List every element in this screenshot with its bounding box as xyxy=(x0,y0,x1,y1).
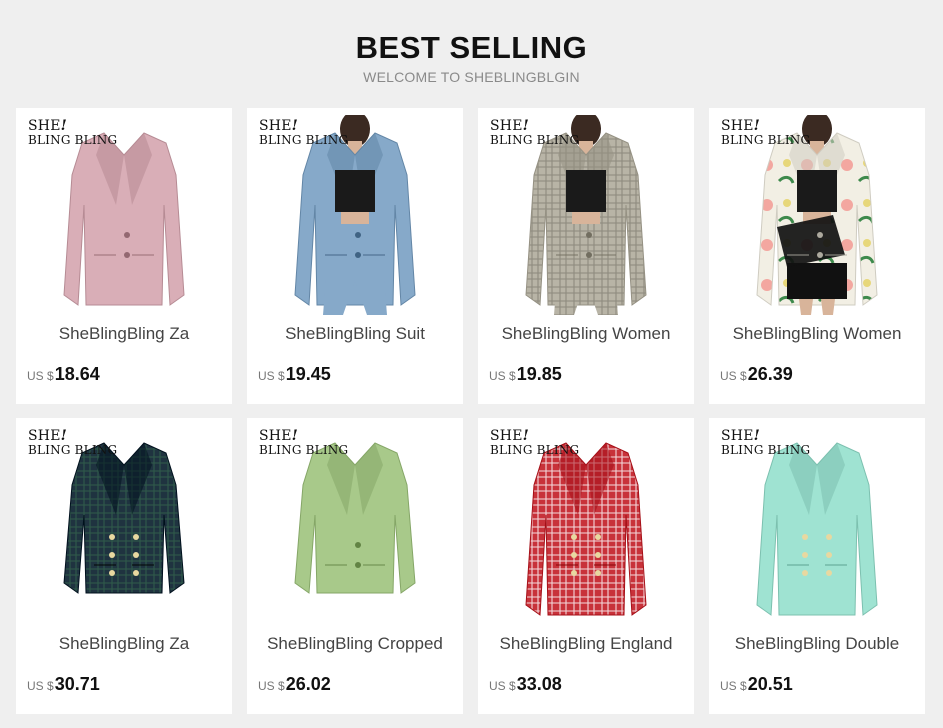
product-card[interactable]: SHE! BLING BLING SheBlingBling Suit US $… xyxy=(247,108,463,404)
product-name[interactable]: SheBlingBling Women xyxy=(709,324,925,344)
price-amount: 18.64 xyxy=(54,364,100,384)
brand-logo: SHE! BLING BLING xyxy=(259,118,349,147)
product-grid: SHE! BLING BLING SheBlingBling Za US $18… xyxy=(16,108,925,714)
product-name[interactable]: SheBlingBling Women xyxy=(478,324,694,344)
product-image-area[interactable]: SHE! BLING BLING xyxy=(24,115,224,315)
product-name[interactable]: SheBlingBling Za xyxy=(16,324,232,344)
product-price: US $19.85 xyxy=(489,364,562,385)
brand-logo: SHE! BLING BLING xyxy=(28,118,118,147)
product-price: US $30.71 xyxy=(27,674,100,695)
product-price: US $26.02 xyxy=(258,674,331,695)
product-image-area[interactable]: SHE! BLING BLING xyxy=(255,425,455,625)
product-price: US $18.64 xyxy=(27,364,100,385)
product-price: US $33.08 xyxy=(489,674,562,695)
product-image-area[interactable]: SHE! BLING BLING xyxy=(717,425,917,625)
page-subtitle: WELCOME TO SHEBLINGBLGIN xyxy=(363,69,580,85)
product-image-area[interactable]: SHE! BLING BLING xyxy=(255,115,455,315)
brand-logo: SHE! BLING BLING xyxy=(721,118,811,147)
price-amount: 19.45 xyxy=(285,364,331,384)
product-image-area[interactable]: SHE! BLING BLING xyxy=(486,115,686,315)
product-name[interactable]: SheBlingBling Suit xyxy=(247,324,463,344)
price-amount: 30.71 xyxy=(54,674,100,694)
product-name[interactable]: SheBlingBling England xyxy=(478,634,694,654)
price-currency: US $ xyxy=(489,679,516,693)
price-currency: US $ xyxy=(27,369,54,383)
price-currency: US $ xyxy=(27,679,54,693)
page-title: BEST SELLING xyxy=(355,30,588,65)
brand-logo: SHE! BLING BLING xyxy=(490,428,580,457)
brand-logo: SHE! BLING BLING xyxy=(490,118,580,147)
brand-logo: SHE! BLING BLING xyxy=(28,428,118,457)
product-card[interactable]: SHE! BLING BLING SheBlingBling Cropped U… xyxy=(247,418,463,714)
product-image-area[interactable]: SHE! BLING BLING xyxy=(717,115,917,315)
product-card[interactable]: SHE! BLING BLING SheBlingBling Za US $18… xyxy=(16,108,232,404)
price-currency: US $ xyxy=(720,679,747,693)
product-card[interactable]: SHE! BLING BLING SheBlingBling Women US … xyxy=(709,108,925,404)
product-card[interactable]: SHE! BLING BLING SheBlingBling Za US $30… xyxy=(16,418,232,714)
product-image-area[interactable]: SHE! BLING BLING xyxy=(486,425,686,625)
product-price: US $26.39 xyxy=(720,364,793,385)
price-amount: 26.39 xyxy=(747,364,793,384)
price-currency: US $ xyxy=(258,369,285,383)
product-image-area[interactable]: SHE! BLING BLING xyxy=(24,425,224,625)
price-amount: 26.02 xyxy=(285,674,331,694)
brand-logo: SHE! BLING BLING xyxy=(721,428,811,457)
product-card[interactable]: SHE! BLING BLING SheBlingBling Women US … xyxy=(478,108,694,404)
price-currency: US $ xyxy=(489,369,516,383)
price-amount: 33.08 xyxy=(516,674,562,694)
brand-logo: SHE! BLING BLING xyxy=(259,428,349,457)
product-name[interactable]: SheBlingBling Double xyxy=(709,634,925,654)
product-name[interactable]: SheBlingBling Cropped xyxy=(247,634,463,654)
price-amount: 20.51 xyxy=(747,674,793,694)
product-card[interactable]: SHE! BLING BLING SheBlingBling England U… xyxy=(478,418,694,714)
price-currency: US $ xyxy=(720,369,747,383)
price-amount: 19.85 xyxy=(516,364,562,384)
product-price: US $19.45 xyxy=(258,364,331,385)
section-header: BEST SELLING WELCOME TO SHEBLINGBLGIN xyxy=(0,0,943,106)
product-price: US $20.51 xyxy=(720,674,793,695)
product-card[interactable]: SHE! BLING BLING SheBlingBling Double US… xyxy=(709,418,925,714)
product-name[interactable]: SheBlingBling Za xyxy=(16,634,232,654)
price-currency: US $ xyxy=(258,679,285,693)
